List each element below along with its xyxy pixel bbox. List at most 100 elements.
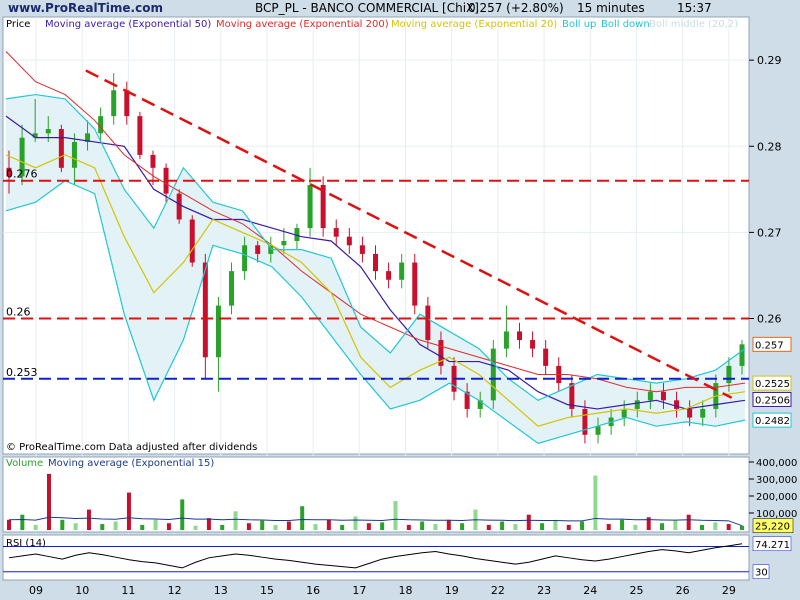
candle-body — [229, 271, 235, 306]
volume-bar — [660, 523, 665, 530]
volume-bar — [740, 525, 744, 530]
time-label: 15:37 — [677, 1, 712, 15]
legend-boll-mid: Boll middle (20,2) — [649, 19, 738, 30]
instrument-title: BCP_PL - BANCO COMMERCIAL [ChiX] — [255, 1, 479, 15]
candle-body — [647, 391, 653, 401]
volume-bar — [180, 499, 185, 530]
candle-body — [412, 262, 418, 306]
volume-bar — [433, 524, 438, 530]
volume-bar — [7, 519, 11, 530]
volume-last-tag-label: 25,220 — [755, 522, 790, 533]
volume-bar — [73, 523, 78, 530]
candle-body — [726, 365, 732, 384]
candle-body — [490, 348, 496, 401]
volume-bar — [60, 519, 65, 530]
candle-body — [215, 305, 221, 358]
volume-tick-label: 300,000 — [756, 475, 797, 486]
rsi-last-tag-label: 74.271 — [755, 540, 790, 551]
volume-bar — [113, 521, 118, 530]
x-tick-label: 09 — [29, 584, 43, 597]
candle-body — [399, 262, 405, 280]
price-tick-label: 0.29 — [757, 54, 782, 67]
legend-boll-down: Boll down — [601, 19, 650, 30]
volume-bar — [700, 524, 705, 530]
candle-body — [137, 116, 143, 155]
volume-bar — [273, 524, 278, 530]
volume-bar — [366, 523, 371, 530]
volume-bar — [513, 524, 518, 530]
candle-body — [530, 340, 536, 349]
volume-bar — [46, 473, 51, 530]
volume-bar — [726, 524, 731, 530]
volume-bar — [593, 475, 598, 530]
candle-body — [124, 90, 130, 117]
volume-bar — [633, 524, 638, 530]
chart-canvas: 0.276 0.26 0.253 0.29 0.28 0.27 0.26 0.257 0.25… — [2, 1, 797, 597]
x-tick-label: 13 — [214, 584, 228, 597]
volume-bar — [153, 519, 158, 530]
candle-body — [660, 391, 666, 401]
value-tag-label: 0.2525 — [755, 379, 790, 390]
value-tag-label: 0.2506 — [755, 395, 790, 406]
site-label[interactable]: www.ProRealTime.com — [8, 1, 163, 15]
price-tick-label: 0.28 — [757, 140, 782, 153]
candle-body — [621, 408, 627, 418]
volume-bar — [566, 524, 571, 530]
volume-bar — [20, 514, 25, 530]
volume-bar — [713, 522, 718, 530]
legend-price: Price — [6, 19, 30, 30]
candle-body — [71, 141, 77, 168]
volume-bar — [233, 511, 238, 530]
horizontal-level-label: 0.26 — [6, 306, 31, 319]
price-tick-label: 0.27 — [757, 226, 782, 239]
legend-ma20: Moving average (Exponential 20) — [391, 19, 557, 30]
x-tick-label: 29 — [722, 584, 736, 597]
horizontal-level-label: 0.276 — [6, 168, 38, 181]
volume-bar — [673, 520, 678, 530]
x-tick-label: 22 — [491, 584, 505, 597]
volume-y-axis: 400,000 300,000 200,000 100,000 25,220 — [749, 458, 797, 533]
candle-body — [45, 129, 51, 134]
candle-body — [700, 408, 706, 418]
x-tick-label: 26 — [676, 584, 690, 597]
volume-tick-label: 100,000 — [756, 509, 797, 520]
x-tick-label: 12 — [168, 584, 182, 597]
candle-body — [255, 245, 261, 254]
legend-volume: Volume — [6, 458, 43, 469]
volume-bar — [460, 523, 465, 530]
price-change: 0.257 (+2.80%) — [468, 1, 564, 15]
candle-body — [111, 90, 117, 117]
volume-bar — [140, 524, 145, 530]
candle-body — [739, 344, 745, 366]
x-tick-label: 18 — [399, 584, 413, 597]
volume-bar — [286, 521, 291, 530]
candle-body — [346, 236, 352, 246]
volume-bar — [126, 492, 131, 530]
candle-body — [320, 185, 326, 229]
volume-bar — [380, 522, 385, 530]
volume-bar — [420, 521, 425, 530]
volume-bar — [340, 524, 345, 530]
volume-bar — [553, 519, 558, 530]
volume-bar — [606, 524, 611, 530]
x-tick-label: 15 — [260, 584, 274, 597]
volume-bar — [313, 524, 318, 530]
candle-body — [281, 241, 287, 246]
volume-bar — [86, 509, 91, 530]
candle-body — [503, 331, 509, 349]
candle-body — [150, 154, 156, 168]
value-tag-label: 0.2482 — [755, 416, 790, 427]
price-y-axis: 0.29 0.28 0.27 0.26 0.257 0.2525 0.2506 0.2482 — [749, 54, 792, 428]
volume-bar — [33, 524, 38, 530]
volume-bar — [326, 519, 331, 530]
volume-bar — [393, 501, 398, 530]
candle-body — [425, 305, 431, 341]
volume-bar — [353, 516, 358, 530]
candle-body — [687, 408, 693, 418]
candle-body — [359, 245, 365, 254]
candle-body — [333, 228, 339, 237]
volume-bar — [486, 524, 491, 530]
candle-body — [58, 129, 64, 168]
candle-body — [189, 219, 195, 263]
legend-boll-up: Boll up — [562, 19, 596, 30]
